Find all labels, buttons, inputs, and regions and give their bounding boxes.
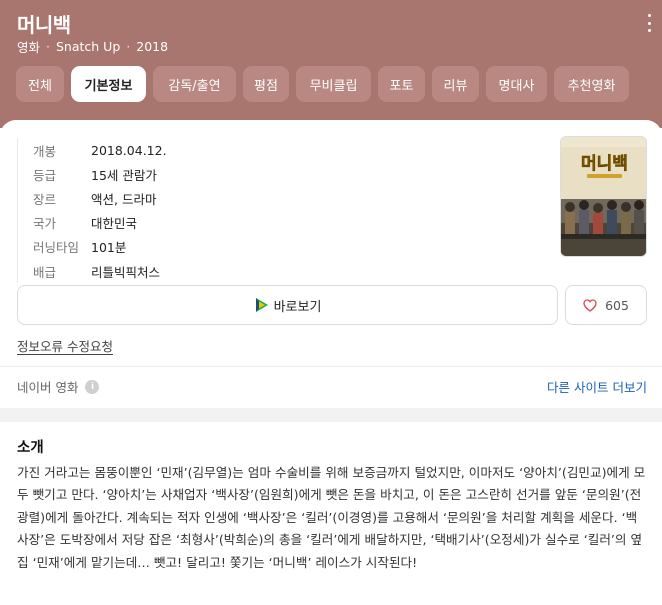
tab-all[interactable]: 전체 [16, 66, 64, 102]
more-vertical-icon[interactable] [646, 14, 652, 32]
poster-image: 머니백 [561, 137, 646, 256]
movie-title: 머니백 [17, 13, 71, 37]
movie-meta: 영화 · Snatch Up · 2018 [17, 37, 168, 56]
tab-quotes[interactable]: 명대사 [486, 66, 547, 102]
info-key: 배급 [33, 264, 57, 280]
watch-now-label: 바로보기 [273, 299, 322, 315]
info-row-distributor: 배급 리틀빅픽처스 [33, 259, 167, 283]
tab-director-cast[interactable]: 감독/출연 [153, 66, 236, 102]
info-key: 개봉 [33, 143, 57, 159]
report-error-link[interactable]: 정보오류 수정요청 [17, 336, 113, 355]
tab-reviews[interactable]: 리뷰 [432, 66, 479, 102]
tab-photos[interactable]: 포토 [378, 66, 425, 102]
poster-title: 머니백 [581, 154, 628, 174]
info-key: 국가 [33, 216, 57, 232]
meta-english-title: Snatch Up [56, 39, 121, 54]
section-gap [0, 408, 662, 422]
tab-movie-clips[interactable]: 무비클립 [296, 66, 371, 102]
play-icon [255, 298, 268, 312]
divider [0, 366, 662, 367]
other-sites-link[interactable]: 다른 사이트 더보기 [547, 377, 647, 396]
meta-separator: · [126, 39, 131, 54]
info-row-country: 국가 대한민국 [33, 211, 167, 235]
info-key: 장르 [33, 191, 57, 207]
like-count: 605 [605, 297, 629, 313]
meta-category: 영화 [17, 40, 41, 55]
info-row-release: 개봉 2018.04.12. [33, 138, 167, 162]
info-value: 리틀빅픽처스 [91, 264, 161, 280]
movie-info-list: 개봉 2018.04.12. 등급 15세 관람가 장르 액션, 드라마 국가 대한민국… [17, 138, 167, 284]
watch-now-button[interactable]: 바로보기 [17, 285, 558, 325]
heart-icon [583, 298, 597, 312]
hero-header: 머니백 영화 · Snatch Up · 2018 전체 기본정보 감독/출연 … [0, 0, 662, 128]
info-value: 대한민국 [91, 216, 138, 232]
source-name: 네이버 영화 [17, 380, 79, 395]
intro-body: 가진 거라고는 몸뚱이뿐인 ‘민재’(김무열)는 엄마 수술비를 위해 보증금까… [17, 465, 646, 570]
info-key: 러닝타임 [33, 240, 80, 256]
intro-heading: 소개 [17, 440, 44, 456]
tab-recommended[interactable]: 추천영화 [554, 66, 629, 102]
info-icon[interactable]: i [85, 379, 100, 394]
meta-separator: · [46, 39, 50, 54]
info-value: 2018.04.12. [91, 142, 167, 158]
tab-basic-info[interactable]: 기본정보 [71, 66, 146, 102]
tab-bar: 전체 기본정보 감독/출연 평점 무비클립 포토 리뷰 명대사 추천영화 [16, 66, 636, 102]
info-value: 15세 관람가 [91, 167, 157, 183]
info-key: 등급 [33, 167, 57, 183]
movie-poster[interactable]: 머니백 [560, 136, 647, 257]
info-row-runtime: 러닝타임 101분 [33, 235, 167, 259]
tab-ratings[interactable]: 평점 [243, 66, 289, 102]
meta-year: 2018 [136, 39, 169, 54]
info-row-rating: 등급 15세 관람가 [33, 162, 167, 186]
info-row-genre: 장르 액션, 드라마 [33, 186, 167, 210]
like-button[interactable]: 605 [565, 285, 647, 325]
info-value: 101분 [91, 240, 127, 256]
info-value: 액션, 드라마 [91, 191, 157, 207]
source-label: 네이버 영화 i [17, 377, 100, 396]
